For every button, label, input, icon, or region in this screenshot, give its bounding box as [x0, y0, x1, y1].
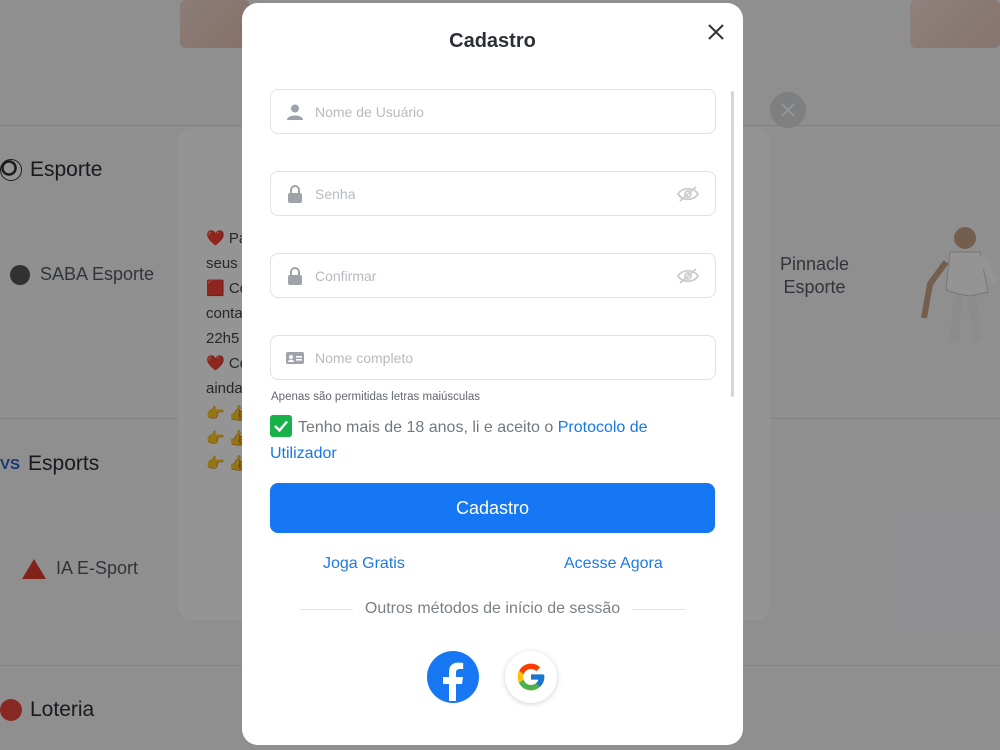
- password-field[interactable]: [270, 171, 716, 216]
- other-login-divider: Outros métodos de início de sessão: [300, 600, 685, 618]
- eye-off-icon[interactable]: [675, 266, 701, 286]
- user-icon: [285, 102, 305, 122]
- id-card-icon: [285, 348, 305, 368]
- close-button[interactable]: [705, 21, 727, 43]
- facebook-icon: [443, 662, 464, 701]
- checkmark-icon: [274, 420, 288, 433]
- confirm-password-input[interactable]: [315, 254, 675, 297]
- divider-line: [300, 608, 353, 610]
- modal-title: Cadastro: [449, 30, 536, 52]
- agreement-text: Tenho mais de 18 anos, li e aceito o: [298, 419, 558, 436]
- google-icon: [517, 663, 545, 691]
- register-button[interactable]: Cadastro: [270, 483, 715, 533]
- fullname-input[interactable]: [315, 336, 715, 379]
- confirm-password-field[interactable]: [270, 253, 716, 298]
- lock-icon: [285, 266, 305, 286]
- fullname-hint: Apenas são permitidas letras maiúsculas: [271, 391, 481, 403]
- age-agreement: Tenho mais de 18 anos, li e aceito o Pro…: [270, 415, 710, 467]
- username-input[interactable]: [315, 90, 715, 133]
- scrollbar[interactable]: [731, 91, 734, 397]
- password-input[interactable]: [315, 172, 675, 215]
- divider-text: Outros métodos de início de sessão: [364, 600, 621, 617]
- access-now-link[interactable]: Acesse Agora: [564, 555, 663, 573]
- divider-line: [632, 608, 685, 610]
- facebook-login-button[interactable]: [427, 651, 479, 703]
- eye-off-icon[interactable]: [675, 184, 701, 204]
- username-field[interactable]: [270, 89, 716, 134]
- register-modal: Cadastro Apenas são p: [242, 3, 743, 745]
- fullname-field[interactable]: [270, 335, 716, 380]
- agreement-checkbox[interactable]: [270, 415, 292, 437]
- lock-icon: [285, 184, 305, 204]
- play-free-link[interactable]: Joga Gratis: [323, 555, 405, 573]
- close-icon: [708, 24, 724, 40]
- google-login-button[interactable]: [505, 651, 557, 703]
